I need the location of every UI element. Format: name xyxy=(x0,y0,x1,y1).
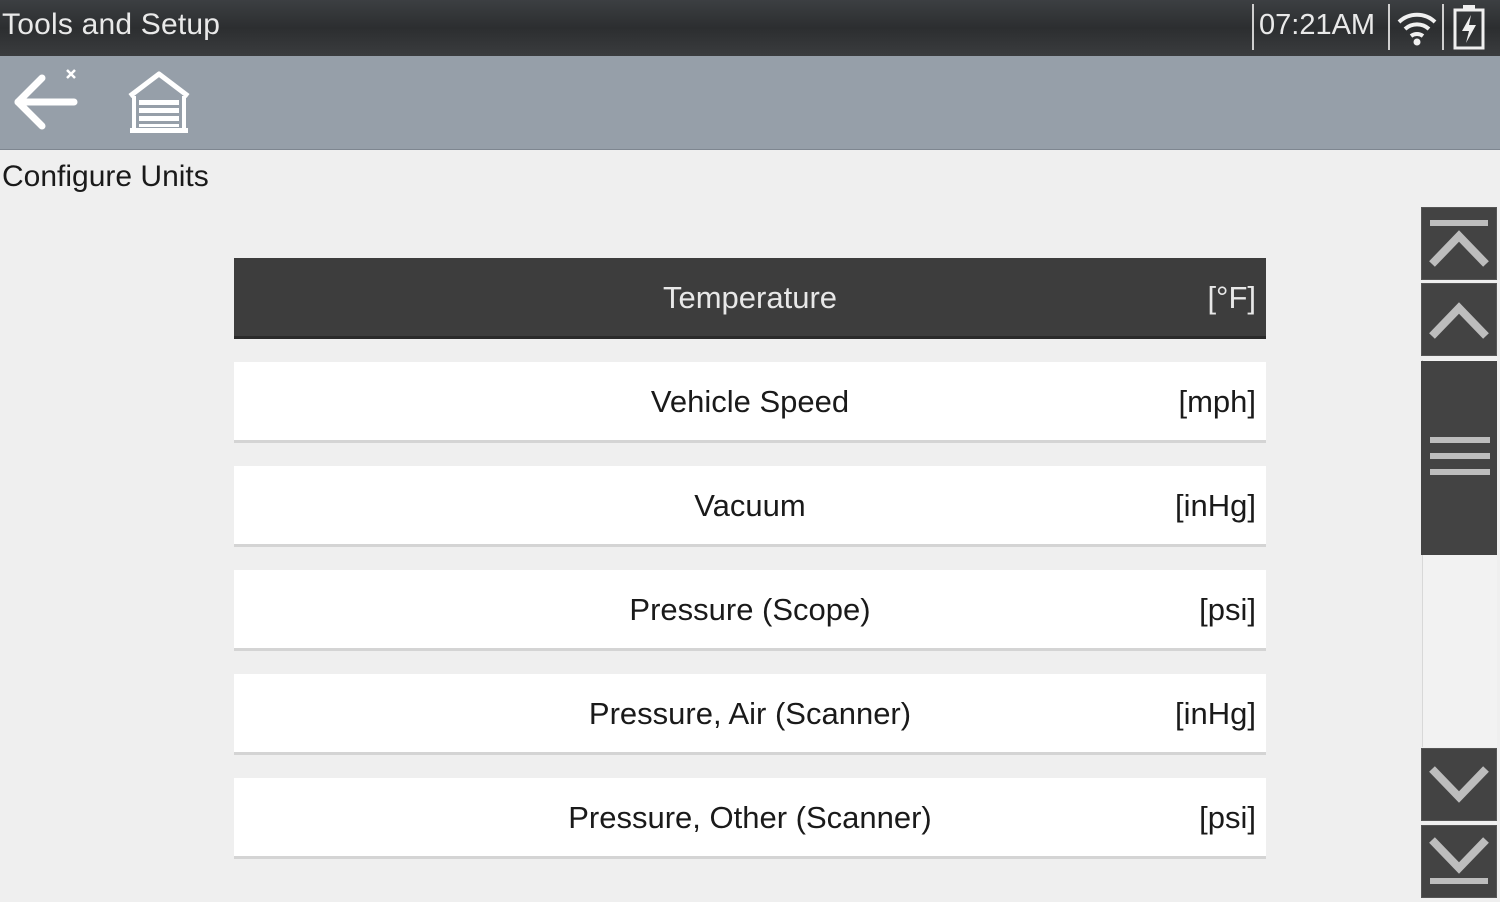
unit-label: Pressure (Scope) xyxy=(629,592,871,627)
unit-value: [inHg] xyxy=(1175,696,1256,731)
scroll-down-button[interactable] xyxy=(1421,748,1497,821)
unit-row-vehicle-speed[interactable]: Vehicle Speed [mph] xyxy=(234,362,1266,443)
scroll-thumb[interactable] xyxy=(1421,361,1497,555)
drag-handle-icon xyxy=(1421,437,1497,559)
units-list: Temperature [°F] Vehicle Speed [mph] Vac… xyxy=(234,258,1266,882)
unit-label: Vacuum xyxy=(694,488,806,523)
unit-value: [mph] xyxy=(1178,384,1256,419)
unit-value: [inHg] xyxy=(1175,488,1256,523)
unit-row-pressure-other-scanner[interactable]: Pressure, Other (Scanner) [psi] xyxy=(234,778,1266,859)
unit-label: Temperature xyxy=(662,280,838,315)
back-arrow-icon xyxy=(12,69,84,142)
unit-value: [psi] xyxy=(1199,592,1256,627)
unit-label: Vehicle Speed xyxy=(650,384,850,419)
scroll-to-bottom-icon xyxy=(1422,837,1496,901)
garage-home-icon xyxy=(122,71,196,144)
unit-value: [°F] xyxy=(1207,280,1256,315)
scrollbar xyxy=(1421,207,1497,900)
scroll-down-icon xyxy=(1422,766,1496,824)
status-divider xyxy=(1442,4,1444,50)
scroll-to-top-icon xyxy=(1422,220,1496,283)
back-button[interactable] xyxy=(12,68,84,138)
unit-row-vacuum[interactable]: Vacuum [inHg] xyxy=(234,466,1266,547)
toolbar xyxy=(0,56,1500,150)
home-button[interactable] xyxy=(122,68,196,140)
unit-row-pressure-air-scanner[interactable]: Pressure, Air (Scanner) [inHg] xyxy=(234,674,1266,755)
scroll-to-bottom-button[interactable] xyxy=(1421,825,1497,898)
unit-row-pressure-scope[interactable]: Pressure (Scope) [psi] xyxy=(234,570,1266,651)
app-title: Tools and Setup xyxy=(2,8,221,41)
scroll-to-top-button[interactable] xyxy=(1421,207,1497,280)
unit-label: Pressure, Other (Scanner) xyxy=(568,800,932,835)
scroll-up-button[interactable] xyxy=(1421,283,1497,356)
battery-charging-icon xyxy=(1452,4,1486,55)
status-divider xyxy=(1388,4,1390,50)
scroll-up-icon xyxy=(1422,302,1496,359)
unit-row-temperature[interactable]: Temperature [°F] xyxy=(234,258,1266,339)
clock: 07:21AM xyxy=(1259,9,1376,41)
unit-value: [psi] xyxy=(1199,800,1256,835)
unit-label: Pressure, Air (Scanner) xyxy=(588,696,912,731)
wifi-icon xyxy=(1396,8,1438,53)
status-divider xyxy=(1252,4,1254,50)
page-title: Configure Units xyxy=(2,160,209,193)
status-bar: Tools and Setup 07:21AM xyxy=(0,0,1500,56)
